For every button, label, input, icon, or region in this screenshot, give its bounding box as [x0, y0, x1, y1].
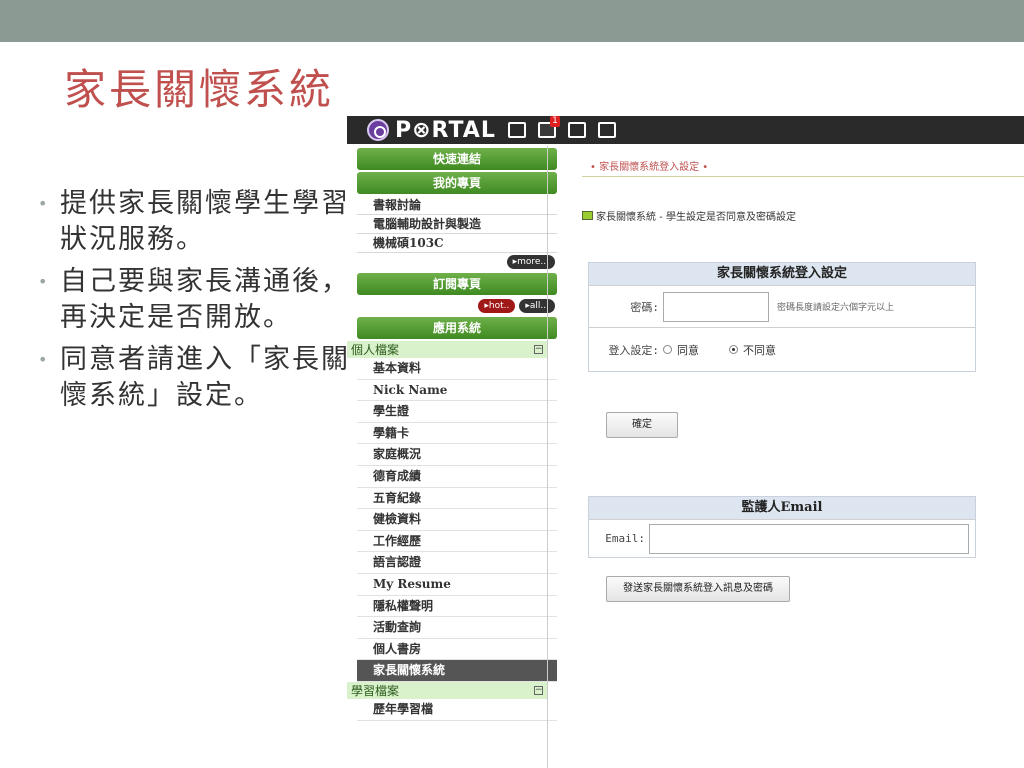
nav-item[interactable]: 基本資料 [357, 358, 557, 380]
agree-label: 同意 [677, 343, 699, 357]
nav-item[interactable]: 隱私權聲明 [357, 596, 557, 618]
nav-item[interactable]: 工作經歷 [357, 531, 557, 553]
slide-title: 家長關懷系統 [64, 65, 335, 114]
my-page-item[interactable]: 電腦輔助設計與製造 [357, 215, 557, 234]
nav-item[interactable]: Nick Name [357, 380, 557, 402]
password-label: 密碼: [630, 300, 659, 314]
mail-icon[interactable] [567, 122, 586, 138]
bullet-list: 提供家長關懷學生學習狀況服務。 自己要與家長溝通後，再決定是否開放。 同意者請進… [36, 186, 356, 420]
learning-section-label: 學習檔案 [351, 683, 400, 698]
send-login-info-button[interactable]: 發送家長關懷系統登入訊息及密碼 [606, 576, 790, 602]
portal-logo-text: P⊗RTAL [395, 117, 496, 143]
hot-button[interactable]: ▸hot.. [478, 299, 516, 313]
calendar-icon[interactable] [597, 122, 616, 138]
portal-header: P⊗RTAL 1 [347, 116, 1024, 144]
my-page-item[interactable]: 機械碩103C [357, 234, 557, 253]
login-settings-panel: 家長關懷系統登入設定 密碼: 密碼長度請設定六個字元以上 登入設定: 同意 不同… [588, 262, 976, 372]
content-area: • 家長關懷系統登入設定 • 家長關懷系統 - 學生設定是否同意及密碼設定 家長… [547, 146, 1024, 768]
confirm-button[interactable]: 確定 [606, 412, 678, 438]
nav-item[interactable]: 學生證 [357, 401, 557, 423]
nav-item[interactable]: 語言認證 [357, 552, 557, 574]
subscribe-button[interactable]: 訂閱專頁 [357, 273, 557, 295]
my-page-button[interactable]: 我的專頁 [357, 172, 557, 194]
portal-logo-icon [367, 119, 389, 141]
nav-item-active[interactable]: 家長關懷系統 [357, 660, 557, 682]
radio-selected-icon [729, 345, 738, 354]
breadcrumb: • 家長關懷系統登入設定 • [590, 162, 709, 173]
chat-icon[interactable]: 1 [537, 116, 560, 138]
chat-badge: 1 [550, 116, 560, 127]
my-page-item[interactable]: 書報討論 [357, 196, 557, 215]
apps-button[interactable]: 應用系統 [357, 317, 557, 339]
collapse-icon[interactable]: − [534, 345, 543, 354]
portal-logo[interactable]: P⊗RTAL [367, 118, 496, 143]
slide-top-bar [0, 0, 1024, 42]
page-note: 家長關懷系統 - 學生設定是否同意及密碼設定 [582, 208, 796, 223]
nav-item[interactable]: 家庭概況 [357, 444, 557, 466]
password-hint: 密碼長度請設定六個字元以上 [777, 303, 895, 313]
nav-item[interactable]: My Resume [357, 574, 557, 596]
guardian-email-panel: 監護人Email Email: [588, 496, 976, 558]
bullet-2: 自己要與家長溝通後，再決定是否開放。 [36, 264, 356, 336]
nav-item[interactable]: 活動查詢 [357, 617, 557, 639]
nav-item[interactable]: 德育成績 [357, 466, 557, 488]
disagree-radio[interactable]: 不同意 [729, 342, 776, 358]
password-input[interactable] [663, 291, 769, 322]
book-icon [582, 211, 593, 220]
agree-radio[interactable]: 同意 [663, 342, 699, 358]
personal-section-header[interactable]: 個人檔案 − [347, 341, 547, 358]
bullet-3: 同意者請進入「家長關懷系統」設定。 [36, 342, 356, 414]
portal-screenshot: P⊗RTAL 1 快速連結 我的專頁 書報討論 電腦輔助設計與製造 機械碩103… [347, 116, 1024, 768]
radio-icon [663, 345, 672, 354]
nav-item[interactable]: 健檢資料 [357, 509, 557, 531]
email-label: Email: [605, 532, 645, 545]
nav-item[interactable]: 學籍卡 [357, 423, 557, 445]
login-panel-title: 家長關懷系統登入設定 [589, 263, 975, 285]
nav-item[interactable]: 個人書房 [357, 639, 557, 661]
quick-links-button[interactable]: 快速連結 [357, 148, 557, 170]
collapse-icon[interactable]: − [534, 685, 543, 695]
personal-section-label: 個人檔案 [351, 343, 400, 357]
page-note-text: 家長關懷系統 - 學生設定是否同意及密碼設定 [596, 212, 796, 223]
grid-icon[interactable] [507, 122, 526, 138]
learning-section-header[interactable]: 學習檔案 − [347, 681, 547, 699]
breadcrumb-divider [582, 176, 1024, 177]
email-input[interactable] [649, 523, 969, 554]
login-setting-label: 登入設定: [608, 343, 659, 357]
disagree-label: 不同意 [743, 343, 776, 357]
portal-sidebar: 快速連結 我的專頁 書報討論 電腦輔助設計與製造 機械碩103C ▸more..… [347, 146, 557, 768]
nav-item[interactable]: 五育紀錄 [357, 488, 557, 510]
bullet-1: 提供家長關懷學生學習狀況服務。 [36, 186, 356, 258]
nav-item[interactable]: 歷年學習檔 [357, 699, 557, 721]
email-panel-title: 監護人Email [589, 497, 975, 519]
